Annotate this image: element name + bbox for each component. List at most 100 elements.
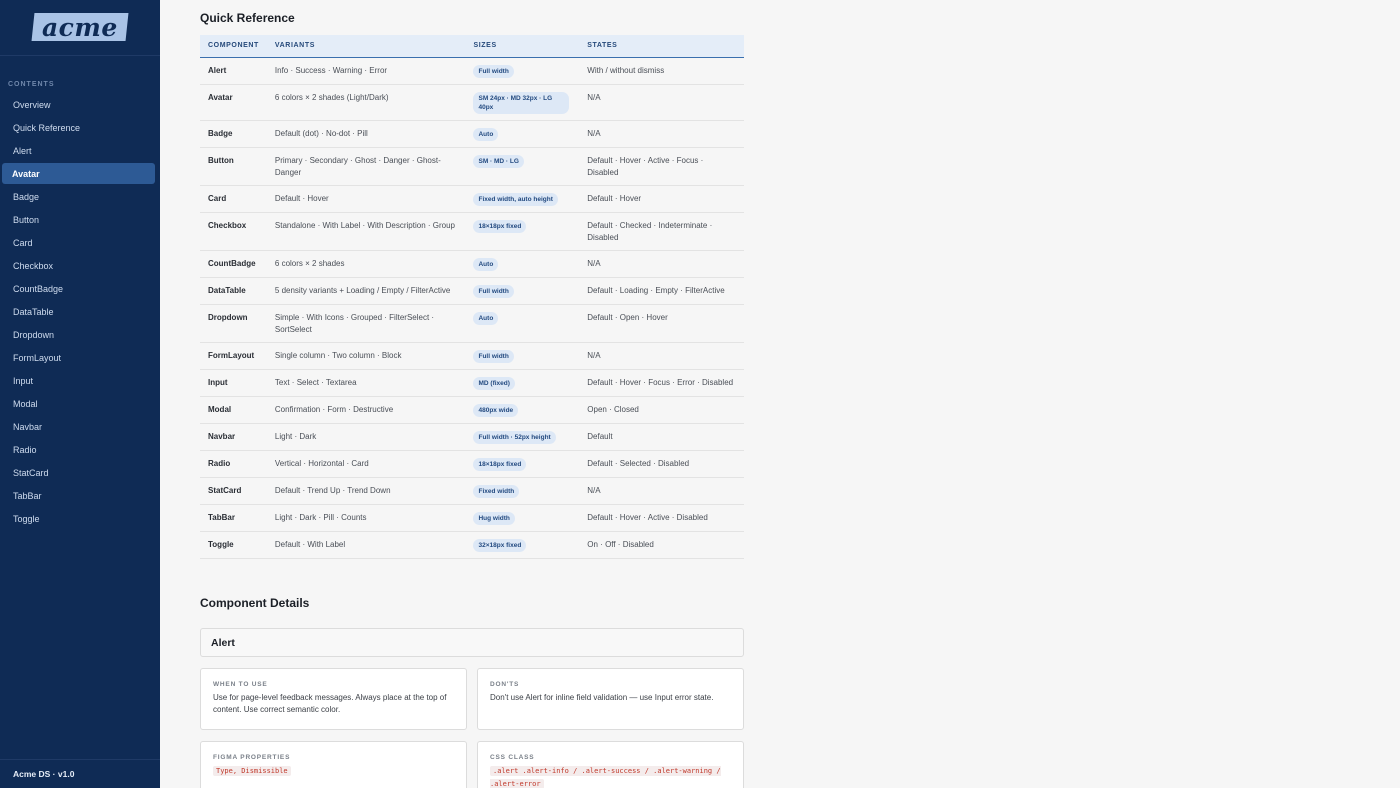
alert-detail-heading: Alert xyxy=(200,628,744,657)
variants-cell: Default · Trend Up · Trend Down xyxy=(266,477,466,505)
sidebar-item-dropdown[interactable]: Dropdown xyxy=(0,323,160,346)
sidebar-item-radio[interactable]: Radio xyxy=(0,438,160,461)
table-row: FormLayout Single column · Two column · B… xyxy=(200,342,744,370)
size-pill: Fixed width, auto height xyxy=(473,192,558,206)
sidebar-item-toggle[interactable]: Toggle xyxy=(0,507,160,530)
component-name: Radio xyxy=(200,450,267,478)
size-pill-cell: Auto xyxy=(465,250,580,278)
size-pill: 18×18px fixed xyxy=(473,219,527,233)
size-pill-cell: 32×18px fixed xyxy=(465,531,580,559)
component-name: FormLayout xyxy=(200,342,267,370)
sidebar-item-quick-reference[interactable]: Quick Reference xyxy=(0,116,160,139)
acme-logo[interactable]: acme xyxy=(31,12,129,41)
logo-area: acme xyxy=(0,0,160,56)
states-cell: Default xyxy=(579,423,744,451)
variants-cell: 5 density variants + Loading / Empty / F… xyxy=(266,277,466,305)
component-name: DataTable xyxy=(200,277,267,305)
table-row: Navbar Light · Dark Full width · 52px heig… xyxy=(200,423,744,451)
donts-text: Don't use Alert for inline field validat… xyxy=(490,693,714,702)
size-pill: Auto xyxy=(473,257,499,271)
component-name: Modal xyxy=(200,396,267,424)
size-pill: Hug width xyxy=(473,511,515,525)
size-pill: 480px wide xyxy=(473,403,519,417)
table-header-row: COMPONENT VARIANTS SIZES STATES xyxy=(200,35,744,58)
size-pill-cell: 480px wide xyxy=(465,396,580,424)
variants-cell: Simple · With Icons · Grouped · FilterSe… xyxy=(266,304,466,343)
states-cell: Default · Selected · Disabled xyxy=(579,450,744,478)
sidebar-item-alert[interactable]: Alert xyxy=(0,139,160,162)
states-cell: Default · Open · Hover xyxy=(579,304,744,343)
size-pill-cell: Full width xyxy=(465,277,580,305)
sidebar-item-formlayout[interactable]: FormLayout xyxy=(0,346,160,369)
variants-cell: Light · Dark · Pill · Counts xyxy=(266,504,466,532)
size-pill-cell: SM 24px · MD 32px · LG 40px xyxy=(465,84,580,121)
component-name: Alert xyxy=(200,57,267,85)
sidebar-item-navbar[interactable]: Navbar xyxy=(0,415,160,438)
component-name: Card xyxy=(200,185,267,213)
component-name: TabBar xyxy=(200,504,267,532)
css-class-label: CSS CLASS xyxy=(490,754,535,761)
component-name: Checkbox xyxy=(200,212,267,251)
component-name: Button xyxy=(200,147,267,186)
column-header-states: STATES xyxy=(579,35,744,58)
sidebar-item-countbadge[interactable]: CountBadge xyxy=(0,277,160,300)
states-cell: Default · Hover · Active · Focus · Disab… xyxy=(579,147,744,186)
states-cell: Default · Hover · Focus · Error · Disabl… xyxy=(579,369,744,397)
sidebar-item-input[interactable]: Input xyxy=(0,369,160,392)
component-details-title: Component Details xyxy=(200,596,310,610)
table-row: StatCard Default · Trend Up · Trend Down F… xyxy=(200,477,744,505)
states-cell: N/A xyxy=(579,250,744,278)
table-row: CountBadge 6 colors × 2 shades Auto N/A xyxy=(200,250,744,278)
size-pill-cell: Hug width xyxy=(465,504,580,532)
variants-cell: 6 colors × 2 shades xyxy=(266,250,466,278)
component-name: Navbar xyxy=(200,423,267,451)
table-row: Badge Default (dot) · No-dot · Pill Auto N/… xyxy=(200,120,744,148)
figma-properties-label: FIGMA PROPERTIES xyxy=(213,754,291,761)
component-name: Input xyxy=(200,369,267,397)
sidebar-item-card[interactable]: Card xyxy=(0,231,160,254)
sidebar-item-tabbar[interactable]: TabBar xyxy=(0,484,160,507)
variants-cell: Default · With Label xyxy=(266,531,466,559)
donts-card: DON'TS Don't use Alert for inline field … xyxy=(477,668,744,730)
quick-reference-title: Quick Reference xyxy=(200,11,295,25)
css-class-card: CSS CLASS .alert .alert-info / .alert-su… xyxy=(477,741,744,788)
states-cell: N/A xyxy=(579,120,744,148)
sidebar-item-datatable[interactable]: DataTable xyxy=(0,300,160,323)
size-pill-cell: Fixed width, auto height xyxy=(465,185,580,213)
size-pill: Fixed width xyxy=(473,484,520,498)
size-pill-cell: Full width xyxy=(465,342,580,370)
size-pill: Auto xyxy=(473,127,499,141)
sidebar-item-statcard[interactable]: StatCard xyxy=(0,461,160,484)
sidebar-item-modal[interactable]: Modal xyxy=(0,392,160,415)
when-to-use-label: WHEN TO USE xyxy=(213,681,268,688)
component-name: Dropdown xyxy=(200,304,267,343)
table-row: Radio Vertical · Horizontal · Card 18×18px… xyxy=(200,450,744,478)
variants-cell: Vertical · Horizontal · Card xyxy=(266,450,466,478)
size-pill-cell: SM · MD · LG xyxy=(465,147,580,186)
figma-properties-card: FIGMA PROPERTIES Type, Dismissible xyxy=(200,741,467,788)
size-pill: MD (fixed) xyxy=(473,376,515,390)
css-class-value: .alert .alert-info / .alert-success / .a… xyxy=(490,766,721,788)
size-pill: Full width xyxy=(473,64,514,78)
states-cell: Default · Hover · Active · Disabled xyxy=(579,504,744,532)
sidebar-nav: Overview Quick Reference Alert Avatar Badge B… xyxy=(0,93,160,530)
size-pill: 18×18px fixed xyxy=(473,457,527,471)
column-header-component: COMPONENT xyxy=(200,35,267,58)
size-pill-cell: Auto xyxy=(465,120,580,148)
states-cell: N/A xyxy=(579,342,744,370)
quick-reference-table: COMPONENT VARIANTS SIZES STATES Alert Inf… xyxy=(200,35,744,559)
sidebar-item-badge[interactable]: Badge xyxy=(0,185,160,208)
sidebar-item-button[interactable]: Button xyxy=(0,208,160,231)
states-cell: Open · Closed xyxy=(579,396,744,424)
states-cell: Default · Hover xyxy=(579,185,744,213)
figma-properties-value: Type, Dismissible xyxy=(213,766,291,776)
size-pill: Auto xyxy=(473,311,499,325)
size-pill: SM 24px · MD 32px · LG 40px xyxy=(473,91,570,114)
size-pill: Full width xyxy=(473,284,514,298)
sidebar-item-avatar[interactable]: Avatar xyxy=(2,163,155,184)
size-pill-cell: Full width · 52px height xyxy=(465,423,580,451)
sidebar-item-overview[interactable]: Overview xyxy=(0,93,160,116)
sidebar-item-checkbox[interactable]: Checkbox xyxy=(0,254,160,277)
contents-label: CONTENTS xyxy=(8,81,55,88)
variants-cell: Single column · Two column · Block xyxy=(266,342,466,370)
